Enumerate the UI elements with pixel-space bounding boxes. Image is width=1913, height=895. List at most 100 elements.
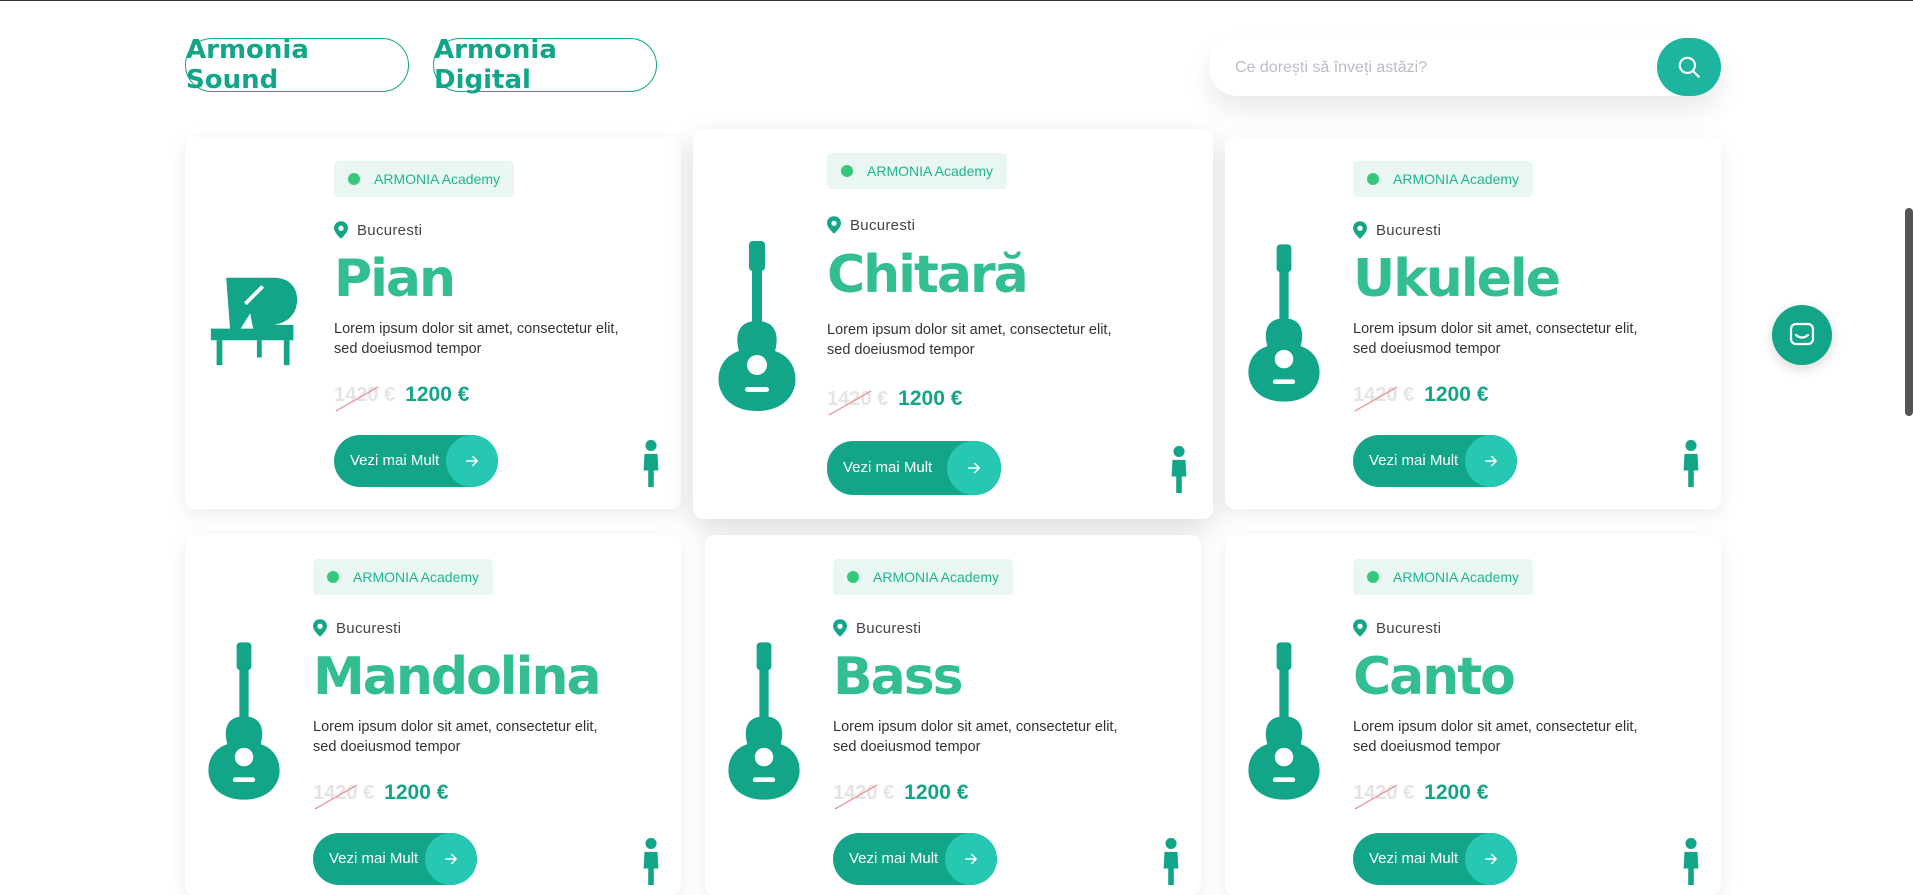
search-input[interactable] — [1233, 38, 1637, 98]
course-title: Pian — [334, 249, 456, 309]
chat-icon — [1789, 322, 1815, 346]
status-dot — [1367, 571, 1379, 583]
view-more-label: Vezi mai Mult — [1369, 850, 1459, 867]
strikethrough — [313, 782, 359, 812]
strikethrough — [1353, 384, 1399, 414]
tab-armonia-sound[interactable]: Armonia Sound — [185, 35, 409, 95]
arrow-right-icon — [425, 833, 477, 885]
location-pin-icon — [1353, 619, 1367, 637]
location: Bucuresti — [1353, 221, 1441, 239]
badge-label: ARMONIA Academy — [1393, 569, 1520, 585]
badge-label: ARMONIA Academy — [374, 171, 501, 187]
strikethrough — [334, 384, 380, 414]
arrow-right-icon — [1465, 833, 1517, 885]
page-scrollbar[interactable] — [1905, 208, 1913, 416]
guitar-icon — [207, 641, 281, 801]
location-pin-icon — [334, 221, 348, 239]
person-icon — [1681, 439, 1701, 489]
view-more-button[interactable]: Vezi mai Mult — [1353, 435, 1517, 487]
view-more-button[interactable]: Vezi mai Mult — [334, 435, 498, 487]
badge-label: ARMONIA Academy — [353, 569, 480, 585]
view-more-button[interactable]: Vezi mai Mult — [1353, 833, 1517, 885]
location-pin-icon — [1353, 221, 1367, 239]
old-price: 1420 € — [1353, 782, 1414, 805]
current-price: 1200 € — [384, 781, 449, 804]
price-row: 1420 € 1200 € — [827, 387, 962, 411]
course-description: Lorem ipsum dolor sit amet, consectetur … — [334, 321, 619, 357]
search-button[interactable] — [1657, 38, 1721, 96]
arrow-right-icon — [1465, 435, 1517, 487]
strikethrough — [1353, 782, 1399, 812]
location-pin-icon — [827, 216, 841, 234]
course-description: Lorem ipsum dolor sit amet, consectetur … — [313, 719, 598, 755]
course-description: Lorem ipsum dolor sit amet, consectetur … — [1353, 321, 1638, 357]
location: Bucuresti — [313, 619, 401, 637]
view-more-label: Vezi mai Mult — [1369, 452, 1459, 469]
tab-armonia-digital[interactable]: Armonia Digital — [433, 35, 657, 95]
course-title: Ukulele — [1353, 249, 1561, 309]
course-card-bass: ARMONIA Academy Bucuresti Bass Lorem ips… — [705, 535, 1201, 895]
person-icon — [641, 837, 661, 887]
person-icon — [1161, 837, 1181, 887]
price-row: 1420 € 1200 € — [1353, 781, 1488, 805]
location: Bucuresti — [1353, 619, 1441, 637]
old-price: 1420 € — [313, 782, 374, 805]
guitar-icon — [1247, 641, 1321, 801]
old-price: 1420 € — [827, 388, 888, 411]
location-pin-icon — [833, 619, 847, 637]
academy-badge: ARMONIA Academy — [827, 153, 1008, 189]
old-price: 1420 € — [833, 782, 894, 805]
location: Bucuresti — [827, 216, 915, 234]
course-card-pian: ARMONIA Academy Bucuresti Pian Lorem ips… — [185, 137, 681, 509]
search-icon — [1678, 56, 1700, 78]
course-title: Chitară — [827, 245, 1029, 305]
person-icon — [641, 439, 661, 489]
academy-badge: ARMONIA Academy — [1353, 559, 1534, 595]
strikethrough — [827, 388, 873, 418]
location-label: Bucuresti — [1376, 221, 1442, 239]
view-more-button[interactable]: Vezi mai Mult — [313, 833, 477, 885]
view-more-button[interactable]: Vezi mai Mult — [833, 833, 997, 885]
status-dot — [1367, 173, 1379, 185]
current-price: 1200 € — [405, 383, 470, 406]
current-price: 1200 € — [898, 387, 963, 410]
academy-badge: ARMONIA Academy — [833, 559, 1014, 595]
location-label: Bucuresti — [850, 216, 916, 234]
academy-badge: ARMONIA Academy — [1353, 161, 1534, 197]
view-more-label: Vezi mai Mult — [350, 452, 440, 469]
badge-label: ARMONIA Academy — [1393, 171, 1520, 187]
chat-widget-button[interactable] — [1772, 305, 1832, 365]
guitar-icon — [717, 241, 797, 411]
badge-label: ARMONIA Academy — [873, 569, 1000, 585]
course-description: Lorem ipsum dolor sit amet, consectetur … — [827, 322, 1112, 358]
price-row: 1420 € 1200 € — [334, 383, 469, 407]
academy-badge: ARMONIA Academy — [334, 161, 515, 197]
price-row: 1420 € 1200 € — [313, 781, 448, 805]
guitar-icon — [1247, 243, 1321, 403]
location: Bucuresti — [833, 619, 921, 637]
status-dot — [841, 165, 853, 177]
course-card-chitara: ARMONIA Academy Bucuresti Chitară Lorem … — [693, 129, 1213, 519]
status-dot — [847, 571, 859, 583]
view-more-button[interactable]: Vezi mai Mult — [827, 441, 1001, 495]
person-icon — [1681, 837, 1701, 887]
search-bar — [1209, 38, 1721, 98]
badge-label: ARMONIA Academy — [867, 163, 994, 179]
location-label: Bucuresti — [1376, 619, 1442, 637]
course-title: Bass — [833, 647, 964, 707]
course-card-ukulele: ARMONIA Academy Bucuresti Ukulele Lorem … — [1225, 137, 1721, 509]
current-price: 1200 € — [904, 781, 969, 804]
price-row: 1420 € 1200 € — [1353, 383, 1488, 407]
old-price: 1420 € — [334, 384, 395, 407]
course-description: Lorem ipsum dolor sit amet, consectetur … — [1353, 719, 1638, 755]
person-icon — [1169, 445, 1189, 495]
strikethrough — [833, 782, 879, 812]
status-dot — [348, 173, 360, 185]
course-card-mandolina: ARMONIA Academy Bucuresti Mandolina Lore… — [185, 535, 681, 895]
view-more-label: Vezi mai Mult — [329, 850, 419, 867]
arrow-right-icon — [947, 441, 1001, 495]
old-price: 1420 € — [1353, 384, 1414, 407]
arrow-right-icon — [446, 435, 498, 487]
location-label: Bucuresti — [357, 221, 423, 239]
view-more-label: Vezi mai Mult — [843, 459, 933, 476]
